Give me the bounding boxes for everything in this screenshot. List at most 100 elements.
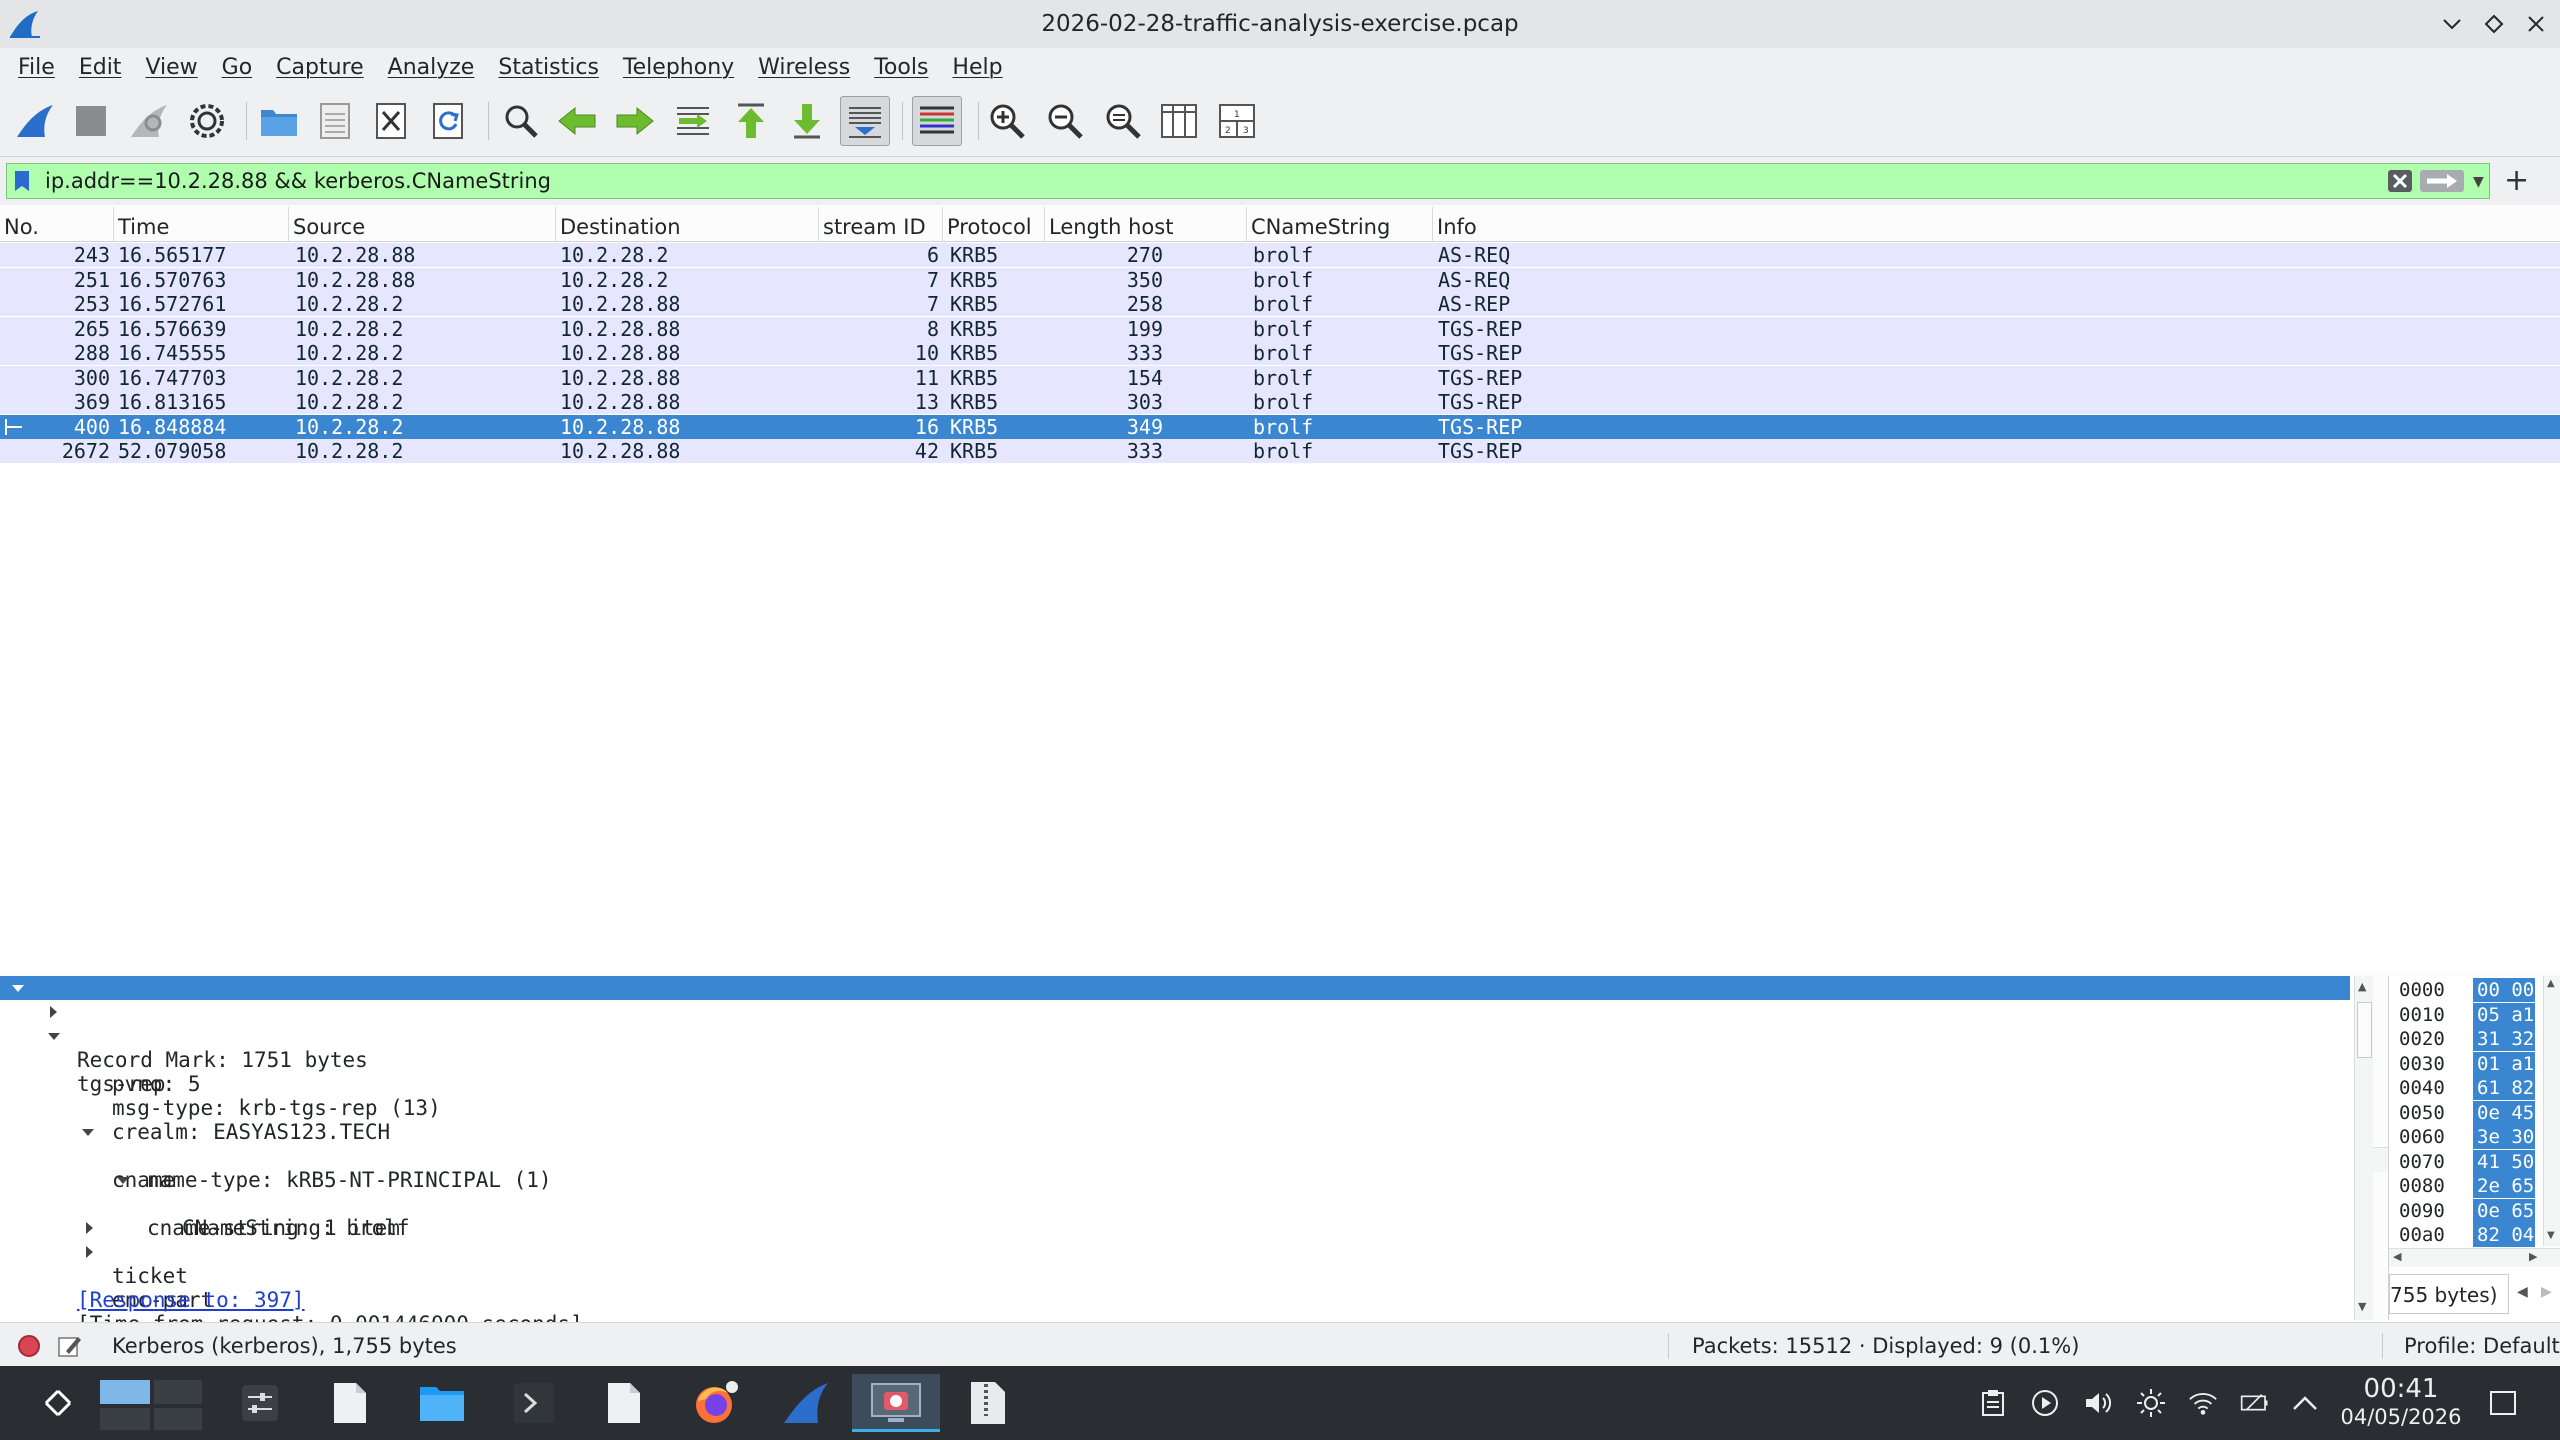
resize-columns-button[interactable] bbox=[1154, 96, 1204, 146]
tree-item-kerberos[interactable]: Kerberos bbox=[0, 976, 2350, 1048]
close-file-button[interactable] bbox=[366, 96, 416, 146]
go-to-packet-button[interactable] bbox=[668, 96, 718, 146]
bytes-hscrollbar[interactable]: ◀ ▶ bbox=[2389, 1248, 2560, 1267]
packet-row[interactable]: 400 16.848884 10.2.28.2 10.2.28.88 16 KRB5 349… bbox=[0, 414, 2560, 439]
find-packet-button[interactable] bbox=[496, 96, 546, 146]
tree-item-cname-string[interactable]: cname-string: 1 item bbox=[0, 1168, 2350, 1240]
taskbar-terminal[interactable] bbox=[504, 1374, 564, 1432]
column-header-stream-id[interactable]: stream ID bbox=[819, 207, 943, 241]
layout-button[interactable]: 12 3 bbox=[1212, 96, 1262, 146]
menu-file[interactable]: File bbox=[6, 55, 67, 80]
close-button[interactable] bbox=[2522, 10, 2550, 38]
virtual-desktop-pager[interactable] bbox=[96, 1374, 206, 1432]
colorize-button[interactable] bbox=[912, 96, 962, 146]
packet-row[interactable]: 288 16.745555 10.2.28.2 10.2.28.88 10 KRB5 333… bbox=[0, 341, 2560, 365]
start-capture-button[interactable] bbox=[10, 96, 60, 146]
wifi-icon[interactable] bbox=[2188, 1388, 2218, 1418]
packet-row[interactable]: 243 16.565177 10.2.28.88 10.2.28.2 6 KRB5 270 b… bbox=[0, 243, 2560, 267]
tree-item-response-to[interactable]: [Response to: 397] bbox=[0, 1264, 2350, 1312]
desktop-1[interactable] bbox=[100, 1380, 150, 1404]
add-filter-button-icon[interactable]: + bbox=[2504, 161, 2529, 201]
byte-hex[interactable]: 05 a1 bbox=[2473, 1002, 2535, 1027]
clipboard-icon[interactable] bbox=[1978, 1388, 2008, 1418]
go-forward-button[interactable] bbox=[610, 96, 660, 146]
display-filter-input[interactable]: ip.addr==10.2.28.88 && kerberos.CNameStr… bbox=[6, 163, 2490, 199]
column-header-time[interactable]: Time bbox=[114, 207, 289, 241]
column-header-length-host[interactable]: Length host bbox=[1045, 207, 1247, 241]
go-back-button[interactable] bbox=[552, 96, 602, 146]
menu-wireless[interactable]: Wireless bbox=[746, 55, 862, 80]
details-vscrollbar[interactable]: ▲ ▼ bbox=[2354, 976, 2373, 1320]
packet-row[interactable]: 253 16.572761 10.2.28.2 10.2.28.88 7 KRB5 258 b… bbox=[0, 292, 2560, 316]
battery-icon[interactable] bbox=[2240, 1388, 2270, 1418]
status-profile[interactable]: Profile: Default bbox=[2404, 1323, 2560, 1369]
scroll-right-arrow-icon[interactable]: ▶ bbox=[2529, 1250, 2537, 1263]
tree-item-pvno[interactable]: pvno: 5 bbox=[0, 1048, 2350, 1096]
byte-hex[interactable]: 01 a1 bbox=[2473, 1051, 2535, 1076]
tree-item-name-type[interactable]: name-type: kRB5-NT-PRINCIPAL (1) bbox=[0, 1144, 2350, 1192]
taskbar-firefox[interactable] bbox=[684, 1374, 744, 1432]
bookmark-icon[interactable] bbox=[15, 171, 29, 191]
taskbar-archiver[interactable] bbox=[958, 1374, 1018, 1432]
byte-hex[interactable]: 00 00 bbox=[2473, 978, 2535, 1002]
taskbar-file-manager[interactable] bbox=[412, 1374, 472, 1432]
collapsed-arrow-icon[interactable] bbox=[86, 1222, 93, 1234]
reload-file-button[interactable] bbox=[424, 96, 474, 146]
expanded-arrow-icon[interactable] bbox=[48, 1033, 60, 1040]
clear-filter-icon[interactable] bbox=[2387, 169, 2413, 193]
zoom-out-button[interactable] bbox=[1040, 96, 1090, 146]
bytes-size-tab[interactable]: 755 bytes) bbox=[2389, 1274, 2509, 1314]
tab-scroll-right-icon[interactable]: ▶ bbox=[2541, 1284, 2552, 1300]
show-desktop-icon[interactable] bbox=[2488, 1388, 2518, 1418]
tree-item-time-from-request[interactable]: [Time from request: 0.001446000 seconds] bbox=[0, 1288, 2350, 1336]
column-header-no[interactable]: No. bbox=[0, 207, 114, 241]
app-launcher-button[interactable] bbox=[28, 1374, 88, 1432]
desktop-3[interactable] bbox=[100, 1408, 150, 1430]
packet-row[interactable]: 369 16.813165 10.2.28.2 10.2.28.88 13 KRB5 303… bbox=[0, 390, 2560, 414]
taskbar-wireshark[interactable] bbox=[776, 1374, 836, 1432]
packet-row[interactable]: 2672 52.079058 10.2.28.2 10.2.28.88 42 KRB5 33… bbox=[0, 439, 2560, 463]
packet-row[interactable]: 251 16.570763 10.2.28.88 10.2.28.2 7 KRB5 350 b… bbox=[0, 267, 2560, 292]
media-player-icon[interactable] bbox=[2030, 1388, 2060, 1418]
first-packet-button[interactable] bbox=[726, 96, 776, 146]
taskbar-screenshot-tool[interactable] bbox=[852, 1374, 940, 1432]
edit-comment-icon[interactable] bbox=[56, 1333, 82, 1359]
scroll-left-arrow-icon[interactable]: ◀ bbox=[2393, 1250, 2401, 1263]
menu-tools[interactable]: Tools bbox=[862, 55, 940, 80]
byte-hex[interactable]: 3e 30 bbox=[2473, 1125, 2535, 1149]
tree-item-msg-type[interactable]: msg-type: krb-tgs-rep (13) bbox=[0, 1072, 2350, 1120]
byte-hex[interactable]: 31 32 bbox=[2473, 1027, 2535, 1051]
show-hidden-tray-icon[interactable] bbox=[2290, 1388, 2320, 1418]
column-header-cnamestring[interactable]: CNameString bbox=[1247, 207, 1433, 241]
auto-scroll-button[interactable] bbox=[840, 96, 890, 146]
menu-help[interactable]: Help bbox=[940, 55, 1014, 80]
tree-item-crealm[interactable]: crealm: EASYAS123.TECH bbox=[0, 1096, 2350, 1144]
apply-filter-icon[interactable] bbox=[2419, 169, 2465, 193]
collapsed-arrow-icon[interactable] bbox=[86, 1246, 93, 1258]
tab-scroll-left-icon[interactable]: ◀ bbox=[2517, 1284, 2528, 1300]
desktop-4[interactable] bbox=[154, 1408, 202, 1430]
zoom-in-button[interactable] bbox=[982, 96, 1032, 146]
tree-item-enc-part[interactable]: enc-part bbox=[0, 1240, 2350, 1312]
column-header-source[interactable]: Source bbox=[289, 207, 556, 241]
capture-options-button[interactable] bbox=[182, 96, 232, 146]
restart-capture-button[interactable] bbox=[124, 96, 174, 146]
tree-item-cname[interactable]: cname bbox=[0, 1120, 2350, 1192]
desktop-2[interactable] bbox=[154, 1380, 202, 1404]
menu-view[interactable]: View bbox=[133, 55, 209, 80]
filter-history-dropdown[interactable]: ▼ bbox=[2473, 174, 2484, 190]
bytes-vscrollbar[interactable]: ▲ ▼ bbox=[2543, 976, 2560, 1246]
menu-analyze[interactable]: Analyze bbox=[376, 55, 487, 80]
taskbar-system-settings[interactable] bbox=[230, 1374, 290, 1432]
menu-telephony[interactable]: Telephony bbox=[611, 55, 746, 80]
taskbar-document-viewer[interactable] bbox=[594, 1374, 654, 1432]
column-header-info[interactable]: Info bbox=[1433, 207, 2560, 241]
packet-bytes-pane[interactable]: 0000 00 00 0010 05 a1 0020 31 32 0030 01 a1 0040… bbox=[2388, 976, 2560, 1320]
brightness-icon[interactable] bbox=[2136, 1388, 2166, 1418]
vscroll-thumb[interactable] bbox=[2357, 1002, 2372, 1058]
packet-details-tree[interactable]: Kerberos Record Mark: 1751 bytes tgs-rep… bbox=[0, 976, 2368, 1336]
maximize-button[interactable] bbox=[2480, 10, 2508, 38]
normal-size-button[interactable] bbox=[1098, 96, 1148, 146]
digital-clock[interactable]: 00:41 04/05/2026 bbox=[2336, 1374, 2466, 1430]
column-header-protocol[interactable]: Protocol bbox=[943, 207, 1045, 241]
